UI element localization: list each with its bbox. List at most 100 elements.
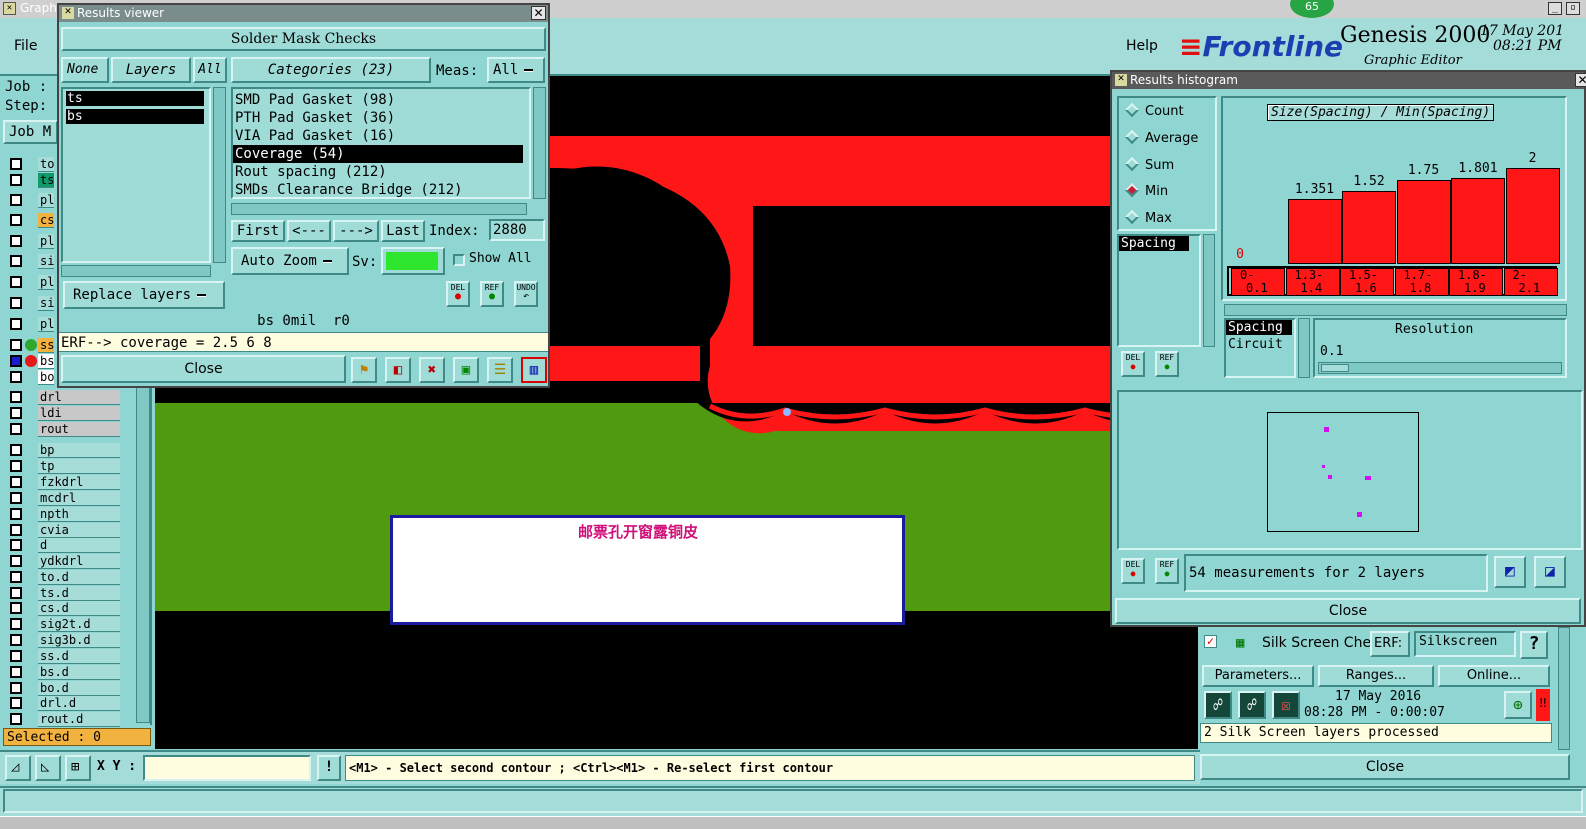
silk-checkbox[interactable]: ✓: [1204, 635, 1217, 648]
category-item-selected[interactable]: Coverage (54): [233, 145, 523, 163]
index-field[interactable]: 2880: [489, 219, 545, 241]
layer-row[interactable]: rout: [8, 422, 123, 437]
hist-del-button[interactable]: DEL ●: [1121, 558, 1145, 584]
prev-button[interactable]: <---: [287, 220, 331, 242]
close-icon[interactable]: ✕: [531, 6, 546, 20]
layer-checkbox[interactable]: [10, 713, 22, 725]
category-item[interactable]: PTH Pad Gasket (36): [233, 109, 529, 127]
silk-close-button[interactable]: Close: [1200, 754, 1570, 780]
replace-layers-dropdown[interactable]: Replace layers: [63, 281, 225, 309]
del-button[interactable]: DEL ●: [446, 281, 470, 307]
layer-checkbox[interactable]: [10, 158, 22, 170]
results-close-button[interactable]: Close: [61, 355, 346, 383]
export-button[interactable]: ◧: [385, 357, 411, 383]
layer-checkbox[interactable]: [10, 276, 22, 288]
info-button[interactable]: !: [317, 755, 341, 781]
hist-ref-left-button[interactable]: REF ●: [1155, 351, 1179, 377]
next-button[interactable]: --->: [333, 220, 379, 242]
layer-checkbox[interactable]: [10, 460, 22, 472]
layer-checkbox[interactable]: [10, 235, 22, 247]
layer-checkbox[interactable]: [10, 634, 22, 646]
silk-help-button[interactable]: ?: [1520, 631, 1548, 659]
layers-button[interactable]: Layers: [111, 57, 191, 83]
layer-row[interactable]: cs.d: [8, 601, 123, 616]
type-list-scroll[interactable]: [1298, 318, 1310, 378]
first-button[interactable]: First: [231, 220, 285, 242]
histogram-range-cell[interactable]: 1.7- 1.8: [1394, 268, 1449, 296]
category-item[interactable]: SMDs Clearance Bridge (212): [233, 181, 529, 199]
stop-button[interactable]: ☒: [1272, 691, 1300, 719]
notes-button[interactable]: ☰: [487, 357, 513, 383]
layer-row[interactable]: cvia: [8, 523, 123, 538]
histogram-range-cell[interactable]: 2- 2.1: [1503, 268, 1558, 296]
layer-row[interactable]: bo.d: [8, 681, 123, 696]
layer-checkbox[interactable]: [10, 697, 22, 709]
layer-row[interactable]: bs.d: [8, 665, 123, 680]
ranges-button[interactable]: Ranges...: [1318, 665, 1434, 687]
window-controls[interactable]: _ ▫: [1546, 0, 1586, 18]
snap-tool-button[interactable]: ◿: [5, 755, 31, 781]
histogram-range-cell[interactable]: 0- 0.1: [1231, 268, 1285, 296]
layer-row[interactable]: d: [8, 538, 123, 553]
layer-items-list[interactable]: ts bs: [61, 87, 211, 263]
layer-checkbox[interactable]: [10, 571, 22, 583]
grid-tool-button[interactable]: ⊞: [65, 755, 91, 781]
run-button[interactable]: ☍: [1204, 691, 1232, 719]
category-hscroll[interactable]: [231, 203, 527, 215]
layer-checkbox[interactable]: [10, 524, 22, 536]
histogram-range-cell[interactable]: 1.3- 1.4: [1285, 268, 1340, 296]
layer-row[interactable]: drl: [8, 390, 123, 405]
sv-color-dropdown[interactable]: [381, 247, 445, 275]
histogram-bar[interactable]: [1451, 178, 1505, 264]
measurement-list-scroll[interactable]: [1203, 234, 1215, 347]
histogram-bar[interactable]: [1505, 168, 1560, 264]
restore-icon[interactable]: ▫: [1566, 2, 1580, 15]
type-item-selected[interactable]: Spacing: [1226, 320, 1292, 335]
menu-file[interactable]: File: [14, 38, 37, 54]
layer-checkbox[interactable]: [10, 174, 22, 186]
categories-button[interactable]: Categories (23): [231, 57, 431, 83]
layer-checkbox[interactable]: [10, 587, 22, 599]
layer-checkbox[interactable]: [10, 666, 22, 678]
ref-button[interactable]: REF ●: [480, 281, 504, 307]
layer-checkbox[interactable]: [10, 423, 22, 435]
layer-checkbox[interactable]: [10, 255, 22, 267]
histogram-range-cell[interactable]: 1.5- 1.6: [1340, 268, 1394, 296]
hist-del-left-button[interactable]: DEL ●: [1121, 351, 1145, 377]
silk-scrollbar[interactable]: [1558, 627, 1570, 750]
histogram-bar[interactable]: [1287, 199, 1342, 264]
minimize-icon[interactable]: _: [1548, 2, 1562, 15]
histogram-close-button[interactable]: Close: [1115, 598, 1581, 624]
meas-dropdown[interactable]: All: [487, 57, 545, 83]
layer-row[interactable]: mcdrl: [8, 491, 123, 506]
layer-item[interactable]: ts: [66, 91, 204, 106]
option-count[interactable]: Count: [1124, 102, 1184, 119]
layer-row[interactable]: sig3b.d: [8, 633, 123, 648]
measure-tool-button[interactable]: ◺: [35, 755, 61, 781]
histogram-bar[interactable]: [1342, 191, 1396, 264]
layer-checkbox[interactable]: [10, 355, 22, 367]
none-button[interactable]: None: [61, 57, 109, 83]
layer-checkbox[interactable]: [10, 476, 22, 488]
layer-checkbox[interactable]: [10, 492, 22, 504]
layer-row[interactable]: ldi: [8, 406, 123, 421]
layer-checkbox[interactable]: [10, 339, 22, 351]
layer-items-vscroll[interactable]: [213, 87, 226, 263]
undo-button[interactable]: UNDO ↶: [514, 281, 538, 307]
layer-checkbox[interactable]: [10, 214, 22, 226]
layer-row[interactable]: npth: [8, 507, 123, 522]
layer-checkbox[interactable]: [10, 650, 22, 662]
option-average[interactable]: Average: [1124, 129, 1198, 146]
layer-checkbox[interactable]: [10, 539, 22, 551]
measurement-list-item[interactable]: Spacing: [1119, 236, 1189, 251]
layer-item[interactable]: bs: [66, 109, 204, 124]
stats-button[interactable]: ▣: [453, 357, 479, 383]
online-button[interactable]: Online...: [1438, 665, 1550, 687]
layer-row[interactable]: ydkdrl: [8, 554, 123, 569]
histogram-hscroll[interactable]: [1224, 304, 1567, 316]
type-item[interactable]: Circuit: [1226, 337, 1294, 352]
all-button[interactable]: All: [193, 57, 227, 83]
histogram-bar[interactable]: [1396, 180, 1451, 264]
zoom-next-button[interactable]: ◪: [1534, 556, 1566, 588]
type-list[interactable]: Spacing Circuit: [1224, 318, 1296, 378]
